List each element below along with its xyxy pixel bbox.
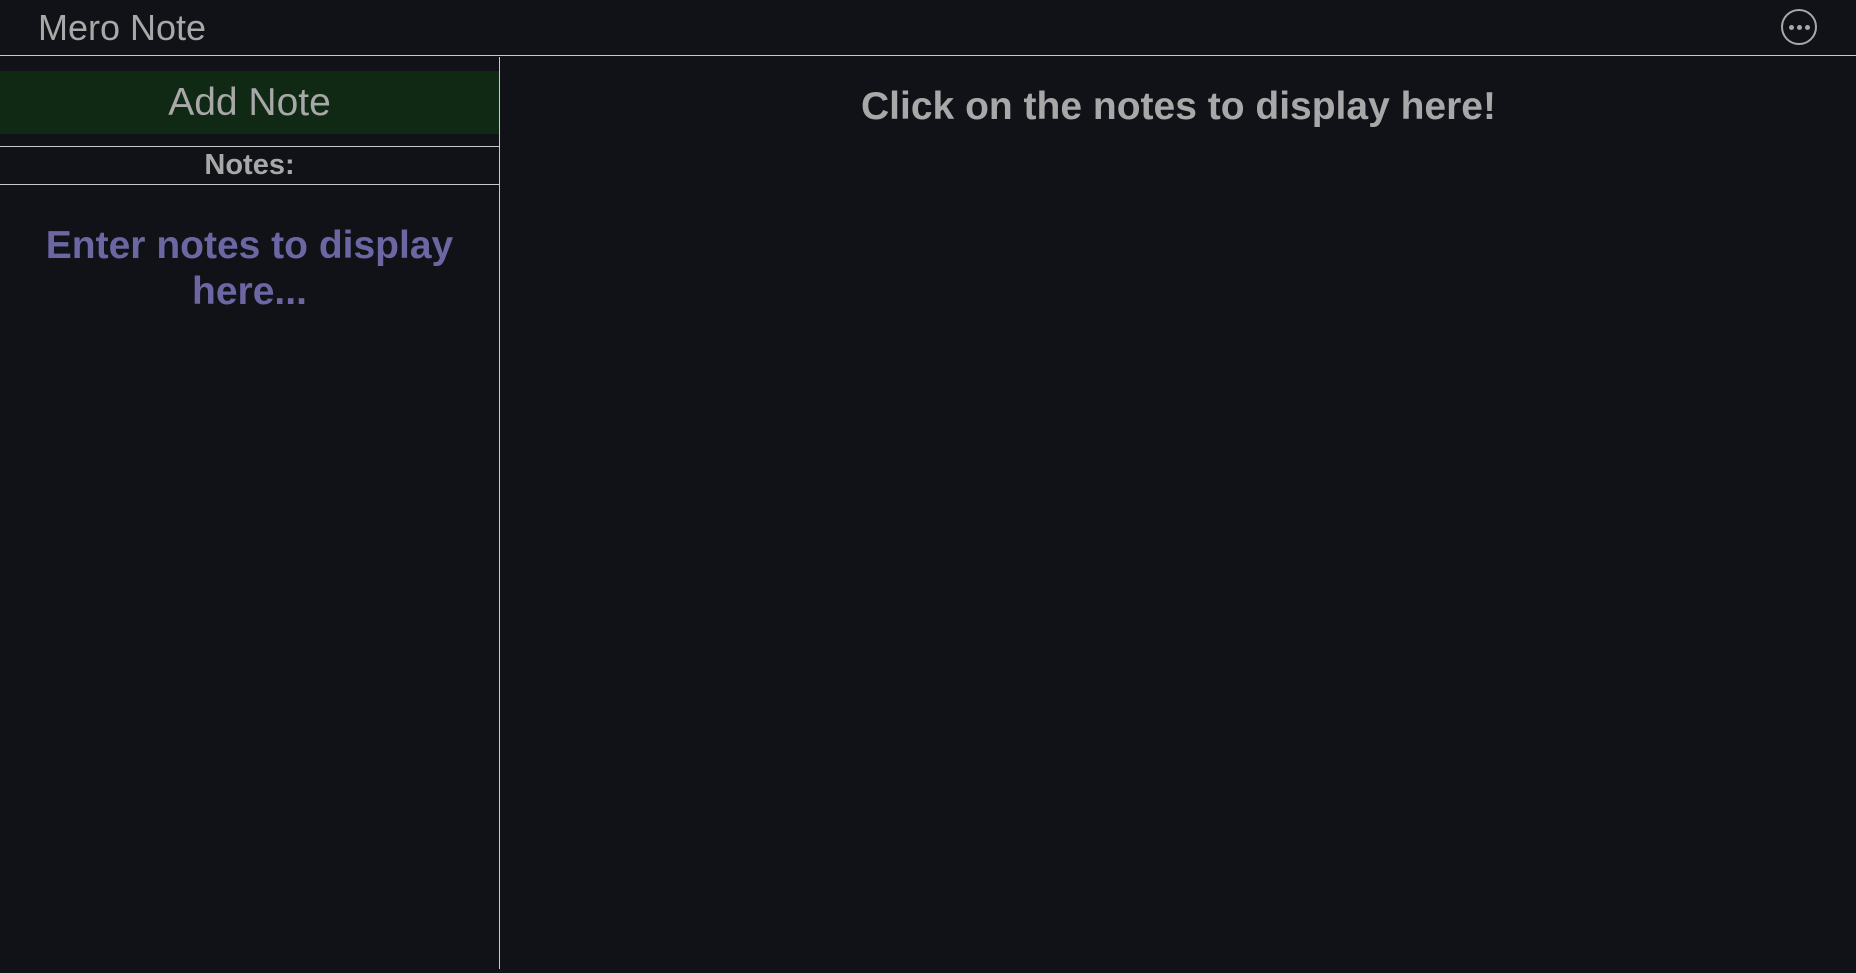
more-horizontal-icon [1788, 24, 1794, 30]
notes-heading: Notes: [0, 146, 499, 185]
notes-sidebar: Add Note Notes: Enter notes to display h… [0, 57, 500, 969]
more-options-button[interactable] [1781, 9, 1817, 45]
app-title: Mero Note [38, 7, 207, 48]
app-header: Mero Note [0, 0, 1856, 56]
note-display-message: Click on the notes to display here! [861, 85, 1496, 128]
add-note-button[interactable]: Add Note [0, 71, 499, 134]
notes-empty-message: Enter notes to display here... [45, 224, 454, 313]
